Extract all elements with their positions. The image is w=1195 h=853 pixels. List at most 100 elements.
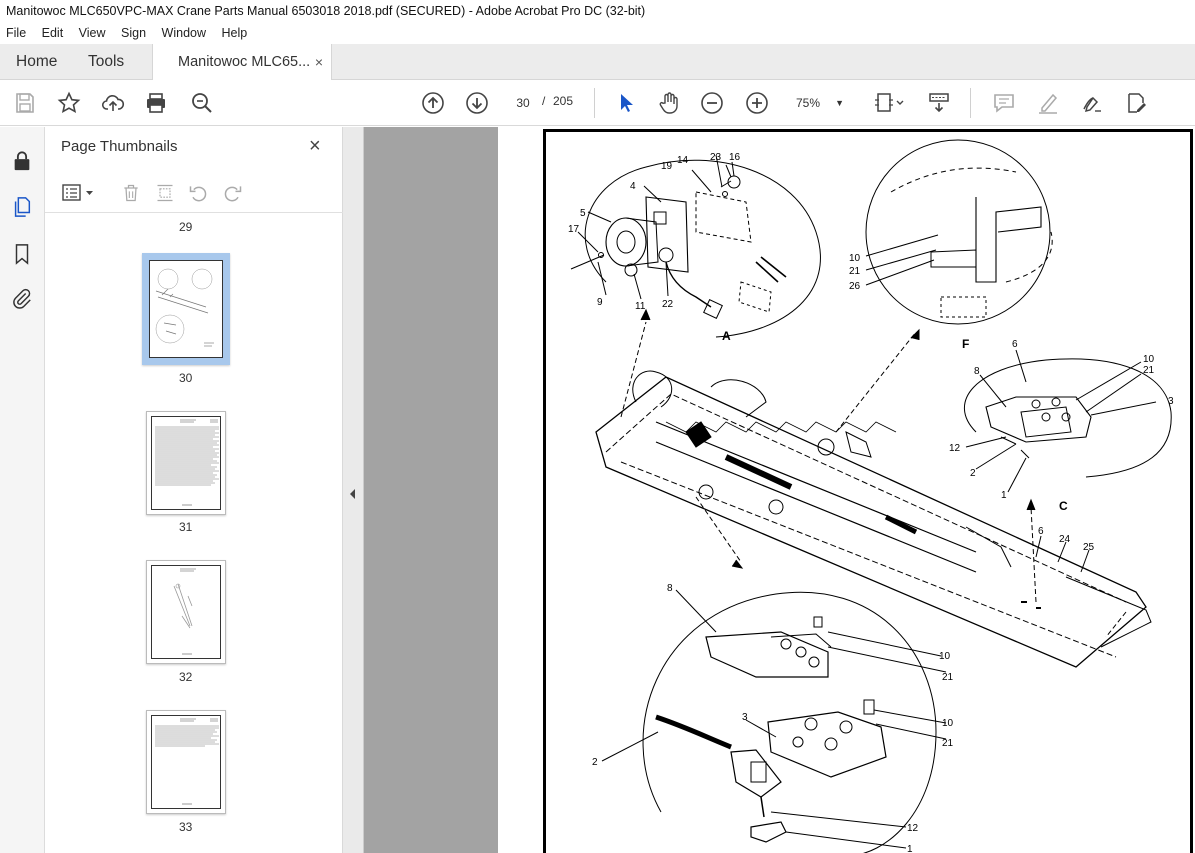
- thumbnail-page-30[interactable]: [142, 253, 230, 365]
- collapse-panel-handle[interactable]: [343, 127, 364, 853]
- zoom-out-icon[interactable]: [698, 89, 726, 117]
- thumbnail-tools: [45, 173, 343, 213]
- thumbnail-preview: [149, 260, 223, 358]
- zoom-in-icon[interactable]: [743, 89, 771, 117]
- callout: 19: [661, 161, 673, 172]
- toolbar-divider: [594, 88, 595, 118]
- zoom-level-select[interactable]: 75% ▼: [786, 91, 850, 115]
- detail-label-c: C: [1059, 499, 1068, 513]
- thumbnail-label: 29: [179, 220, 193, 234]
- menu-edit[interactable]: Edit: [36, 22, 70, 44]
- cloud-upload-icon[interactable]: [99, 89, 127, 117]
- chevron-left-icon: [350, 489, 355, 499]
- hand-tool-icon[interactable]: [655, 89, 683, 117]
- callout: 10: [939, 651, 951, 662]
- tab-home[interactable]: Home: [16, 44, 57, 80]
- thumbnail-page-31[interactable]: [146, 411, 226, 515]
- callout: 12: [949, 443, 961, 454]
- menu-view[interactable]: View: [73, 22, 112, 44]
- fill-sign-icon[interactable]: [1122, 89, 1150, 117]
- thumbnail-preview: [151, 416, 221, 510]
- parts-drawing: A F C 23 16 14 19 4 5 17 9 11 22 10 21 2…: [568, 139, 1174, 853]
- thumbnail-label: 31: [179, 520, 193, 534]
- rotate-right-icon[interactable]: [221, 181, 245, 205]
- callout: 9: [597, 297, 603, 308]
- thumbnail-page-32[interactable]: [146, 560, 226, 664]
- callout: 6: [1038, 526, 1044, 537]
- window-title: Manitowoc MLC650VPC-MAX Crane Parts Manu…: [0, 0, 1195, 22]
- attachment-icon[interactable]: [10, 287, 34, 311]
- thumbnail-label: 30: [179, 371, 193, 385]
- detail-f-outline: [865, 139, 1051, 325]
- thumbnail-list: 29 30 31 32 33: [45, 214, 323, 853]
- zoom-search-icon[interactable]: [188, 89, 216, 117]
- lock-icon[interactable]: [10, 149, 34, 173]
- callout: 2: [592, 757, 598, 768]
- callout: 6: [1012, 339, 1018, 350]
- menu-bar: File Edit View Sign Window Help: [0, 22, 1195, 44]
- detail-label-f: F: [962, 337, 969, 351]
- close-tab-icon[interactable]: ×: [315, 44, 323, 80]
- callout: 21: [849, 266, 861, 277]
- detail-label-a: A: [722, 329, 731, 343]
- menu-sign[interactable]: Sign: [115, 22, 152, 44]
- callout: 4: [630, 181, 636, 192]
- callout: 26: [849, 281, 861, 292]
- thumbnail-preview: [151, 565, 221, 659]
- menu-file[interactable]: File: [0, 22, 32, 44]
- bookmark-icon[interactable]: [10, 242, 34, 266]
- toolbar: / 205 75% ▼: [0, 80, 1195, 126]
- tab-document[interactable]: Manitowoc MLC65... ×: [152, 44, 332, 81]
- tab-bar: Home Tools Manitowoc MLC65... ×: [0, 44, 1195, 81]
- thumbnail-page-33[interactable]: [146, 710, 226, 814]
- page-number-input[interactable]: [509, 91, 537, 115]
- callout: 3: [1168, 396, 1174, 407]
- page-thumbnails-icon[interactable]: [10, 195, 34, 219]
- page-thumbnails-panel: Page Thumbnails × 29 30 31 32 33: [45, 127, 383, 853]
- callout: 14: [677, 155, 689, 166]
- delete-page-icon[interactable]: [119, 181, 143, 205]
- callout: 5: [580, 208, 586, 219]
- callout: 21: [942, 738, 954, 749]
- highlight-pen-icon[interactable]: [1034, 89, 1062, 117]
- callout: 10: [849, 253, 861, 264]
- callout: 1: [1001, 490, 1007, 501]
- callout: 22: [662, 299, 674, 310]
- callout: 12: [907, 823, 919, 834]
- callout: 1: [907, 844, 913, 853]
- callout: 10: [942, 718, 954, 729]
- page-separator: /: [542, 94, 546, 108]
- panel-title: Page Thumbnails: [61, 138, 178, 155]
- menu-window[interactable]: Window: [156, 22, 212, 44]
- save-icon[interactable]: [11, 89, 39, 117]
- callout: 11: [635, 301, 646, 312]
- callout: 8: [667, 583, 673, 594]
- callout: 2: [970, 468, 976, 479]
- thumbnail-preview: [151, 715, 221, 809]
- page-fit-icon[interactable]: [870, 89, 908, 117]
- insert-page-icon[interactable]: [153, 181, 177, 205]
- select-cursor-icon[interactable]: [612, 89, 640, 117]
- options-menu-icon[interactable]: [61, 181, 97, 205]
- previous-page-icon[interactable]: [419, 89, 447, 117]
- chevron-down-icon: ▼: [835, 98, 844, 108]
- next-page-icon[interactable]: [463, 89, 491, 117]
- callout: 23: [710, 152, 722, 163]
- close-panel-icon[interactable]: ×: [309, 135, 321, 158]
- zoom-level-value: 75%: [796, 96, 821, 110]
- callout: 8: [974, 366, 980, 377]
- comment-icon[interactable]: [990, 89, 1018, 117]
- callout: 16: [729, 152, 741, 163]
- document-background: [364, 127, 498, 853]
- star-icon[interactable]: [55, 89, 83, 117]
- pdf-page[interactable]: A F C 23 16 14 19 4 5 17 9 11 22 10 21 2…: [543, 129, 1193, 853]
- tab-tools[interactable]: Tools: [88, 44, 124, 80]
- scroll-mode-icon[interactable]: [925, 89, 953, 117]
- print-icon[interactable]: [142, 89, 170, 117]
- draw-icon[interactable]: [1078, 89, 1106, 117]
- page-total: 205: [553, 94, 574, 108]
- menu-help[interactable]: Help: [216, 22, 254, 44]
- thumbnail-label: 32: [179, 670, 193, 684]
- callout: 3: [742, 712, 748, 723]
- rotate-left-icon[interactable]: [186, 181, 210, 205]
